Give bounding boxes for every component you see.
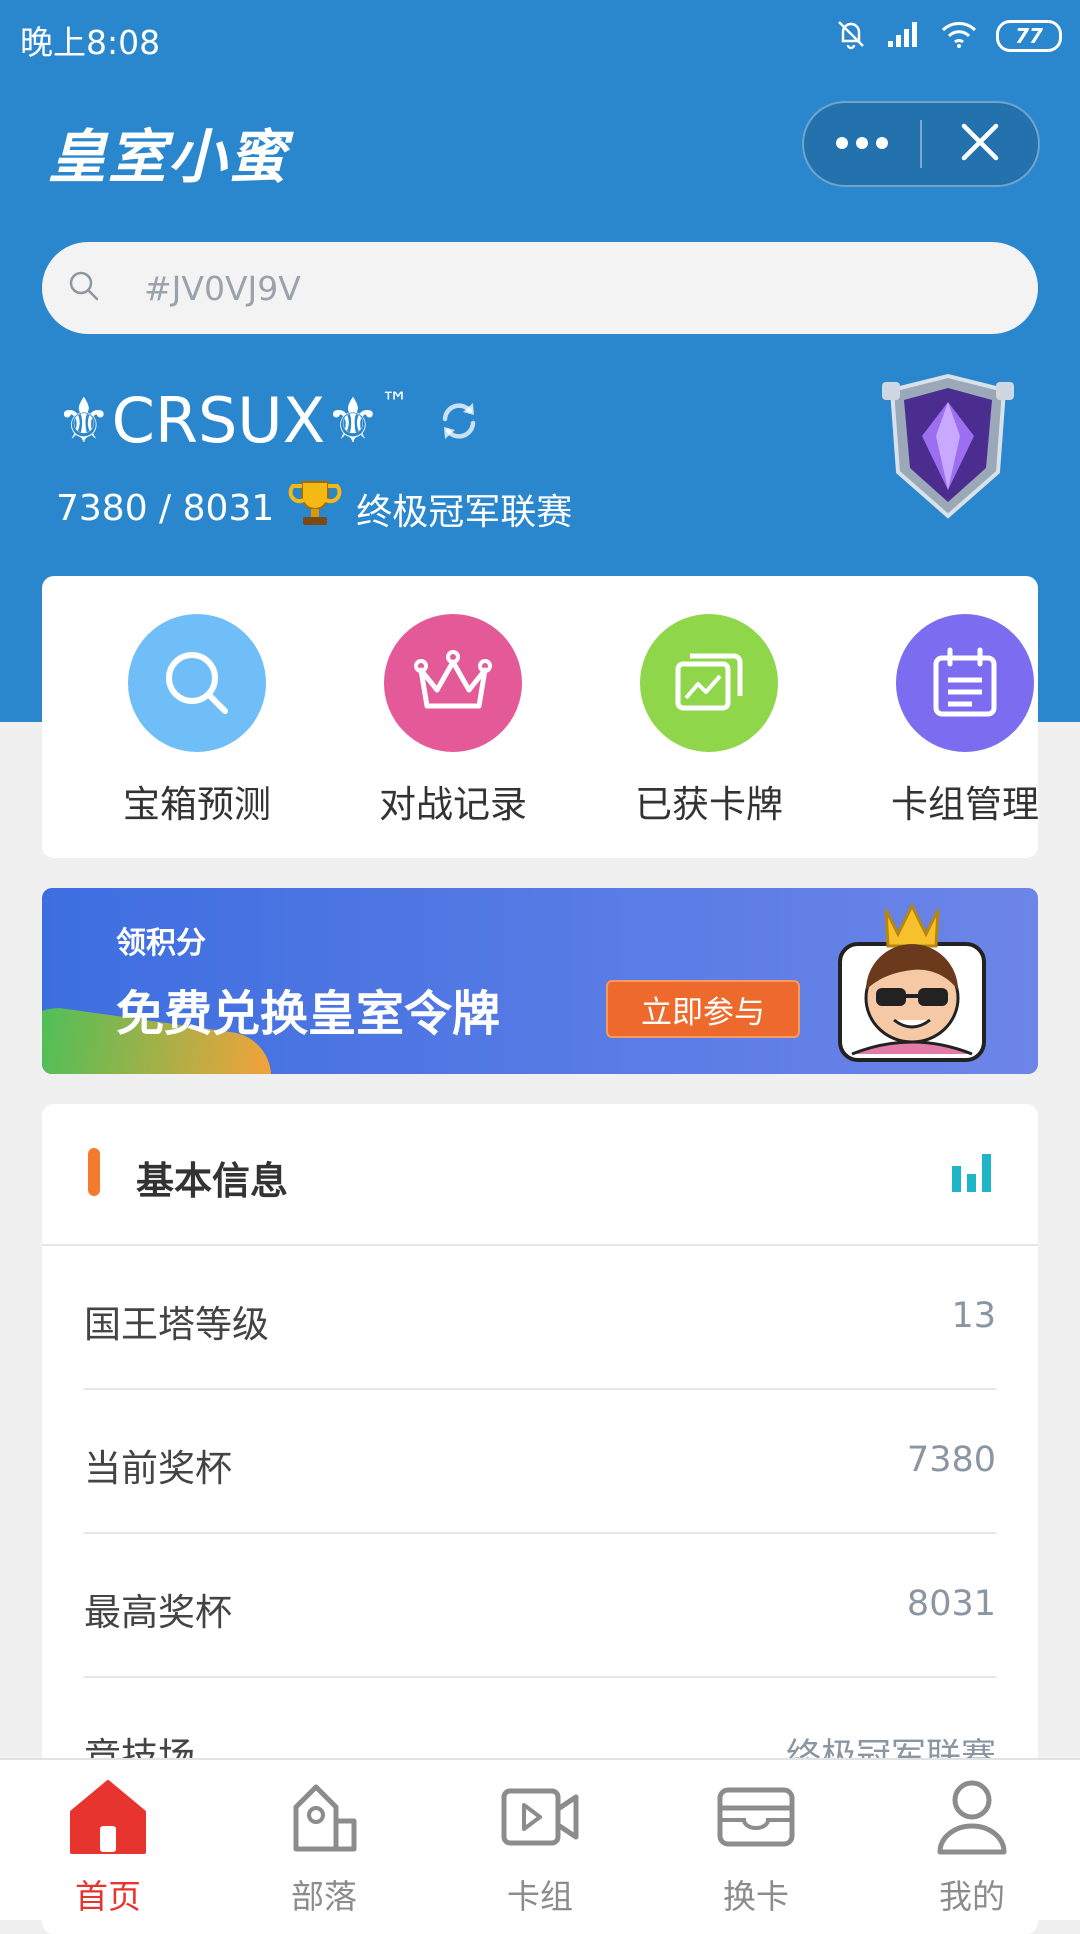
refresh-icon[interactable] — [437, 399, 481, 443]
close-button[interactable] — [922, 103, 1038, 185]
tab-label: 卡组 — [507, 1877, 573, 1916]
tab-label: 换卡 — [723, 1877, 789, 1916]
row-value: 7380 — [906, 1440, 996, 1480]
section-accent-bar — [88, 1148, 100, 1196]
banner-title: 免费兑换皇室令牌 — [116, 986, 501, 1042]
status-time: 晚上8:08 — [20, 23, 161, 62]
trophy-icon — [288, 478, 342, 539]
miniprogram-capsule — [802, 101, 1040, 187]
clan-icon — [224, 1774, 424, 1860]
status-bar: 晚上8:08 77 — [0, 0, 1080, 72]
tab-label: 部落 — [291, 1877, 357, 1916]
close-icon — [960, 122, 1000, 166]
wifi-icon — [940, 19, 978, 53]
quick-menu-card: 宝箱预测 对战记录 已获卡牌 卡组管理 — [42, 576, 1039, 858]
tab-home[interactable]: 首页 — [8, 1774, 208, 1918]
search-input[interactable] — [142, 267, 846, 309]
calendar-icon — [896, 614, 1034, 752]
battery-indicator: 77 — [996, 20, 1062, 52]
trophy-row: 7380 / 8031 终极冠军联赛 — [56, 478, 572, 539]
tab-profile[interactable]: 我的 — [872, 1774, 1072, 1918]
more-button[interactable] — [804, 103, 920, 185]
deck-video-icon — [440, 1774, 640, 1860]
row-label: 国王塔等级 — [84, 1303, 269, 1346]
tab-label: 我的 — [939, 1877, 1005, 1916]
menu-battle-log[interactable]: 对战记录 — [353, 614, 553, 828]
bar-chart-icon[interactable] — [952, 1154, 992, 1196]
app-title: 皇室小蜜 — [48, 123, 289, 191]
menu-label: 卡组管理 — [891, 783, 1039, 826]
mute-bell-icon — [834, 17, 868, 55]
search-bar[interactable] — [42, 242, 1038, 334]
info-row-current-trophies: 当前奖杯 7380 — [84, 1390, 996, 1534]
cards-icon — [640, 614, 778, 752]
row-label: 当前奖杯 — [84, 1447, 232, 1490]
menu-chest-prediction[interactable]: 宝箱预测 — [97, 614, 297, 828]
signal-icon — [886, 19, 922, 53]
menu-label: 对战记录 — [379, 783, 527, 826]
basic-info-header: 基本信息 — [42, 1104, 1038, 1246]
home-icon — [8, 1774, 208, 1860]
trophy-count: 7380 / 8031 — [56, 488, 275, 529]
crown-icon — [384, 614, 522, 752]
arena-name: 终极冠军联赛 — [356, 491, 573, 533]
tab-deck[interactable]: 卡组 — [440, 1774, 640, 1918]
search-icon — [68, 270, 100, 306]
section-title: 基本信息 — [136, 1159, 289, 1203]
menu-label: 宝箱预测 — [123, 783, 271, 826]
menu-collected-cards[interactable]: 已获卡牌 — [609, 614, 809, 828]
menu-deck-management[interactable]: 卡组管理 — [865, 614, 1065, 828]
row-label: 最高奖杯 — [84, 1591, 232, 1634]
info-row-king-level: 国王塔等级 13 — [84, 1246, 996, 1390]
tab-card-exchange[interactable]: 换卡 — [656, 1774, 856, 1918]
tab-clan[interactable]: 部落 — [224, 1774, 424, 1918]
banner-subtitle: 领积分 — [116, 926, 206, 961]
row-value: 13 — [951, 1296, 996, 1336]
row-value: 8031 — [906, 1584, 996, 1624]
princess-avatar-image — [832, 902, 992, 1064]
promo-banner[interactable]: 领积分 免费兑换皇室令牌 立即参与 — [42, 888, 1038, 1074]
info-row-best-trophies: 最高奖杯 8031 — [84, 1534, 996, 1678]
tab-label: 首页 — [75, 1877, 141, 1916]
bottom-tab-bar: 首页 部落 卡组 换卡 我的 — [0, 1758, 1080, 1920]
player-name-row: ⚜CRSUX⚜ ™ — [56, 384, 481, 457]
wallet-icon — [656, 1774, 856, 1860]
more-dots-icon — [834, 135, 890, 154]
status-icons: 77 — [834, 14, 1062, 58]
menu-label: 已获卡牌 — [635, 783, 783, 826]
player-name: ⚜CRSUX⚜ — [56, 384, 381, 457]
trademark-mark: ™ — [380, 386, 409, 419]
banner-join-button[interactable]: 立即参与 — [606, 980, 800, 1038]
arena-badge-image — [878, 372, 1018, 522]
search-icon — [128, 614, 266, 752]
user-icon — [872, 1774, 1072, 1860]
